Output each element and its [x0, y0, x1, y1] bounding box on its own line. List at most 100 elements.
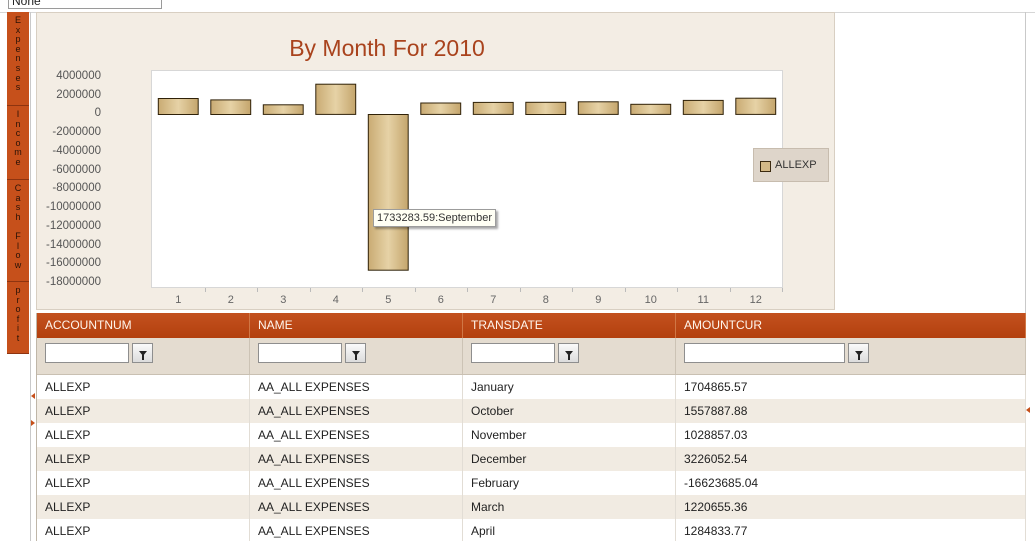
filter-cell	[250, 338, 463, 374]
bar-5[interactable]	[367, 114, 409, 271]
cell-accountnum: ALLEXP	[37, 471, 250, 495]
bar-7[interactable]	[472, 101, 514, 115]
tab-label-char: s	[15, 82, 21, 93]
x-tick-label: 11	[697, 294, 709, 306]
x-tick-label: 5	[385, 294, 392, 306]
x-tick-mark	[257, 288, 258, 292]
filter-funnel-icon	[351, 350, 360, 360]
bar-11[interactable]	[682, 99, 724, 115]
column-header-amountcur[interactable]: AMOUNTCUR	[676, 313, 1026, 338]
y-tick-label: -14000000	[46, 238, 101, 251]
x-tick-label: 6	[437, 294, 444, 306]
chart-legend: ALLEXP	[753, 148, 829, 182]
tab-label-char: t	[16, 332, 20, 343]
table-row[interactable]: ALLEXP AA_ALL EXPENSES January 1704865.57	[37, 375, 1026, 399]
bar-chart	[157, 83, 777, 271]
x-tick-mark	[204, 288, 206, 292]
x-tick-label: 1	[175, 294, 182, 306]
filter-input-amountcur[interactable]	[684, 343, 845, 363]
x-tick-mark	[467, 288, 468, 292]
bar-6[interactable]	[420, 102, 462, 115]
x-tick-mark	[782, 288, 783, 292]
cell-name: AA_ALL EXPENSES	[250, 423, 463, 447]
y-tick-label: -2000000	[52, 126, 101, 139]
filter-combo[interactable]: None	[8, 0, 162, 9]
cell-name: AA_ALL EXPENSES	[250, 471, 463, 495]
y-tick-label: -4000000	[52, 144, 101, 157]
bar-9[interactable]	[577, 101, 619, 115]
cell-amountcur: 1557887.88	[676, 399, 1026, 423]
collapse-left-icon[interactable]	[31, 393, 35, 399]
column-header-name[interactable]: NAME	[250, 313, 463, 338]
filter-button[interactable]	[848, 343, 869, 363]
y-tick-label: -8000000	[52, 182, 101, 195]
y-tick-label: -6000000	[52, 163, 101, 176]
cell-transdate: April	[463, 519, 676, 541]
bar-2[interactable]	[210, 99, 252, 115]
y-tick-label: -18000000	[46, 276, 101, 288]
legend-label: ALLEXP	[775, 159, 817, 171]
filter-cell	[37, 338, 250, 374]
cell-accountnum: ALLEXP	[37, 423, 250, 447]
cell-transdate: November	[463, 423, 676, 447]
table-row[interactable]: ALLEXP AA_ALL EXPENSES February -16623685.0…	[37, 471, 1026, 495]
cell-transdate: October	[463, 399, 676, 423]
y-tick-label: -16000000	[46, 257, 101, 270]
x-tick-mark	[624, 288, 626, 292]
column-header-accountnum[interactable]: ACCOUNTNUM	[37, 313, 250, 338]
cell-amountcur: 1704865.57	[676, 375, 1026, 399]
x-tick-label: 7	[490, 294, 497, 306]
tab-label-char: e	[15, 156, 21, 167]
cell-accountnum: ALLEXP	[37, 399, 250, 423]
filter-button[interactable]	[558, 343, 579, 363]
cell-transdate: February	[463, 471, 676, 495]
plot-area	[151, 70, 783, 288]
grid-header: ACCOUNTNUM NAME TRANSDATE AMOUNTCUR	[37, 313, 1026, 338]
filter-cell	[463, 338, 676, 374]
cell-name: AA_ALL EXPENSES	[250, 519, 463, 541]
y-tick-label: 0	[94, 107, 101, 120]
table-row[interactable]: ALLEXP AA_ALL EXPENSES April 1284833.77	[37, 519, 1026, 541]
filter-input-accountnum[interactable]	[45, 343, 129, 363]
bar-1[interactable]	[157, 98, 199, 115]
x-tick-mark	[729, 288, 731, 292]
expand-right-icon[interactable]	[31, 420, 35, 426]
x-tick-mark	[677, 288, 678, 292]
filter-funnel-icon	[854, 350, 863, 360]
legend-swatch	[760, 161, 771, 172]
filter-button[interactable]	[345, 343, 366, 363]
cell-name: AA_ALL EXPENSES	[250, 495, 463, 519]
filter-funnel-icon	[138, 350, 147, 360]
column-header-transdate[interactable]: TRANSDATE	[463, 313, 676, 338]
chart-panel: By Month For 2010 4000000 2000000 0 -200000…	[36, 12, 835, 310]
cell-transdate: March	[463, 495, 676, 519]
table-row[interactable]: ALLEXP AA_ALL EXPENSES December 3226052.54	[37, 447, 1026, 471]
chart-title: By Month For 2010	[289, 35, 485, 61]
filter-button[interactable]	[132, 343, 153, 363]
x-tick-label: 2	[227, 294, 234, 306]
cell-amountcur: 1284833.77	[676, 519, 1026, 541]
bar-12[interactable]	[735, 97, 777, 115]
bar-3[interactable]	[262, 104, 304, 115]
cell-transdate: January	[463, 375, 676, 399]
table-row[interactable]: ALLEXP AA_ALL EXPENSES November 1028857.03	[37, 423, 1026, 447]
filter-funnel-icon	[564, 350, 573, 360]
cell-name: AA_ALL EXPENSES	[250, 375, 463, 399]
chart-tooltip: 1733283.59:September	[373, 209, 496, 227]
collapse-right-icon[interactable]	[1026, 407, 1030, 413]
y-tick-label: -12000000	[46, 219, 101, 232]
x-tick-label: 4	[332, 294, 339, 306]
bar-4[interactable]	[315, 83, 357, 115]
cell-accountnum: ALLEXP	[37, 495, 250, 519]
x-tick-label: 8	[542, 294, 549, 306]
bar-8[interactable]	[525, 101, 567, 115]
bar-10[interactable]	[630, 103, 672, 115]
cell-amountcur: 1028857.03	[676, 423, 1026, 447]
cell-name: AA_ALL EXPENSES	[250, 399, 463, 423]
tab-profit[interactable]: profit	[7, 282, 29, 354]
filter-row	[37, 338, 1026, 375]
table-row[interactable]: ALLEXP AA_ALL EXPENSES October 1557887.88	[37, 399, 1026, 423]
table-row[interactable]: ALLEXP AA_ALL EXPENSES March 1220655.36	[37, 495, 1026, 519]
filter-input-transdate[interactable]	[471, 343, 555, 363]
filter-input-name[interactable]	[258, 343, 342, 363]
